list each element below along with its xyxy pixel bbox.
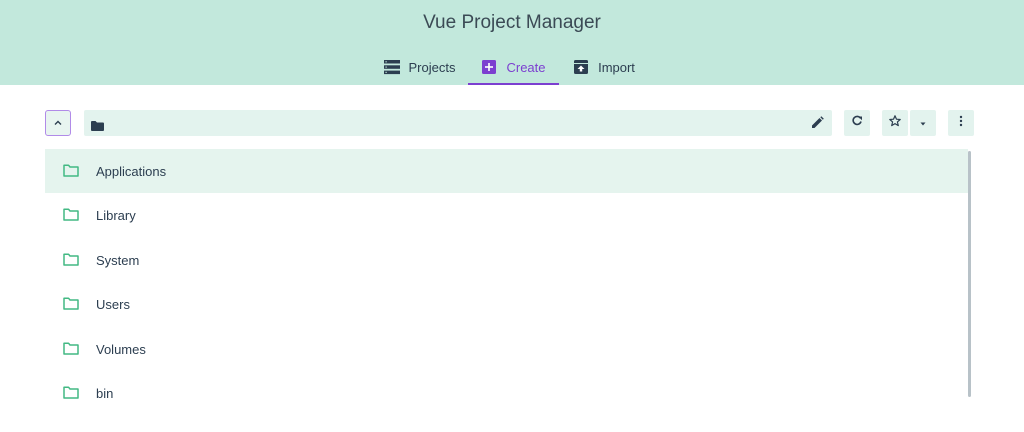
tab-import-label: Import bbox=[598, 59, 635, 75]
folder-icon bbox=[63, 164, 79, 182]
more-button[interactable] bbox=[948, 110, 974, 136]
folder-item-users[interactable]: Users bbox=[45, 282, 968, 326]
folder-item-bin[interactable]: bin bbox=[45, 371, 968, 415]
path-bar[interactable] bbox=[84, 110, 832, 136]
folder-icon bbox=[91, 118, 104, 136]
tab-projects[interactable]: Projects bbox=[372, 49, 467, 85]
folder-name: Library bbox=[96, 207, 136, 223]
folder-item-applications[interactable]: Applications bbox=[45, 149, 968, 193]
app-header: Vue Project Manager Projects Create Impo… bbox=[0, 0, 1024, 85]
folder-name: System bbox=[96, 252, 140, 268]
folder-icon bbox=[63, 386, 79, 404]
unarchive-icon bbox=[573, 59, 589, 75]
favorite-button[interactable] bbox=[882, 110, 908, 136]
folder-icon bbox=[63, 297, 79, 315]
tab-projects-label: Projects bbox=[408, 59, 456, 75]
tab-create-label: Create bbox=[506, 59, 546, 75]
folder-name: Volumes bbox=[96, 341, 146, 357]
folder-item-volumes[interactable]: Volumes bbox=[45, 327, 968, 371]
favorites-dropdown-button[interactable] bbox=[910, 110, 936, 136]
folder-list-scrollbar[interactable] bbox=[968, 151, 971, 397]
folder-up-button[interactable] bbox=[45, 110, 71, 136]
star-icon bbox=[889, 114, 901, 132]
folder-item-system[interactable]: System bbox=[45, 238, 968, 282]
refresh-icon bbox=[851, 114, 863, 132]
folder-item-library[interactable]: Library bbox=[45, 193, 968, 237]
tab-import[interactable]: Import bbox=[562, 49, 646, 85]
tab-create[interactable]: Create bbox=[468, 49, 559, 85]
folder-name: Applications bbox=[96, 163, 167, 179]
folder-icon bbox=[63, 208, 79, 226]
folder-list: Applications Library System Users Volume… bbox=[45, 149, 968, 415]
chevron-up-icon bbox=[53, 114, 63, 132]
edit-icon[interactable] bbox=[811, 116, 824, 134]
folder-icon bbox=[63, 253, 79, 271]
app-title: Vue Project Manager bbox=[423, 12, 601, 33]
main-tabs: Projects Create Import bbox=[0, 49, 1024, 85]
more-vert-icon bbox=[959, 114, 963, 132]
folder-name: Users bbox=[96, 296, 130, 312]
folder-icon bbox=[63, 342, 79, 360]
folder-name: bin bbox=[96, 385, 114, 401]
dropdown-icon bbox=[919, 114, 927, 132]
add-box-icon bbox=[481, 59, 497, 75]
refresh-button[interactable] bbox=[844, 110, 870, 136]
list-icon bbox=[383, 59, 400, 75]
